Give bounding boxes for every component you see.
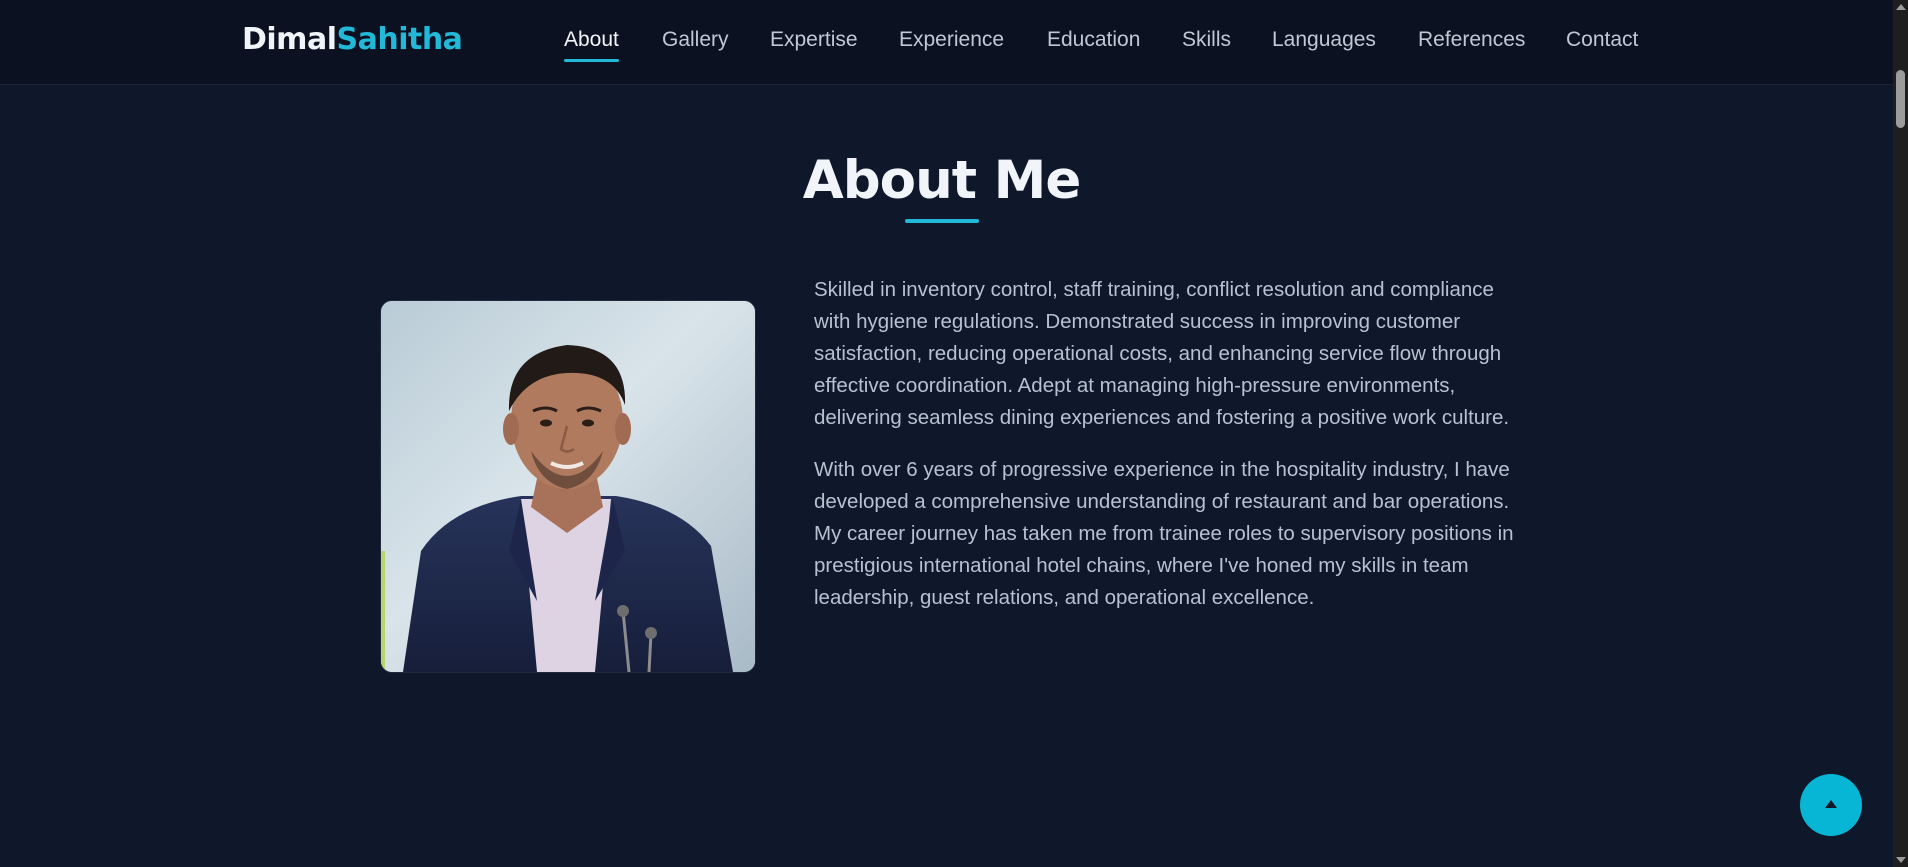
chevron-up-icon <box>1825 800 1837 808</box>
nav-item-education[interactable]: Education <box>1047 27 1140 53</box>
back-to-top-button[interactable] <box>1800 774 1862 836</box>
nav-item-label: References <box>1418 28 1526 51</box>
about-paragraph-2: With over 6 years of progressive experie… <box>814 458 1514 609</box>
nav-item-label: Experience <box>899 28 1005 51</box>
nav-item-label: Skills <box>1182 28 1232 51</box>
profile-photo <box>380 300 756 673</box>
about-paragraph-1: Skilled in inventory control, staff trai… <box>814 278 1510 429</box>
nav-item-label: Contact <box>1566 28 1639 51</box>
nav-item-references[interactable]: References <box>1418 27 1525 53</box>
nav-item-about[interactable]: About <box>564 27 619 62</box>
nav-item-experience[interactable]: Experience <box>899 27 1004 53</box>
nav-item-contact[interactable]: Contact <box>1566 27 1638 53</box>
nav-item-gallery[interactable]: Gallery <box>662 27 729 53</box>
page-scrollbar[interactable] <box>1893 0 1908 867</box>
site-header: DimalSahitha About Gallery Expertise Exp… <box>0 0 1893 85</box>
nav-item-label: About <box>564 28 619 51</box>
page: DimalSahitha About Gallery Expertise Exp… <box>0 0 1908 867</box>
about-title: About Me <box>802 150 1082 211</box>
scroll-thumb[interactable] <box>1896 70 1905 128</box>
scroll-down-arrow-icon[interactable] <box>1896 857 1906 863</box>
nav-item-skills[interactable]: Skills <box>1182 27 1231 53</box>
nav-item-languages[interactable]: Languages <box>1272 27 1376 53</box>
nav-item-expertise[interactable]: Expertise <box>770 27 858 53</box>
nav-item-label: Education <box>1047 28 1141 51</box>
nav-item-label: Languages <box>1272 28 1376 51</box>
active-nav-indicator <box>564 59 619 62</box>
nav-item-label: Expertise <box>770 28 858 51</box>
main-nav: About Gallery Expertise Experience Educa… <box>0 0 1893 84</box>
about-text: Skilled in inventory control, staff trai… <box>814 274 1514 634</box>
profile-portrait-image <box>381 301 755 672</box>
title-underline <box>905 219 979 223</box>
nav-item-label: Gallery <box>662 28 729 51</box>
scroll-up-arrow-icon[interactable] <box>1896 4 1906 10</box>
